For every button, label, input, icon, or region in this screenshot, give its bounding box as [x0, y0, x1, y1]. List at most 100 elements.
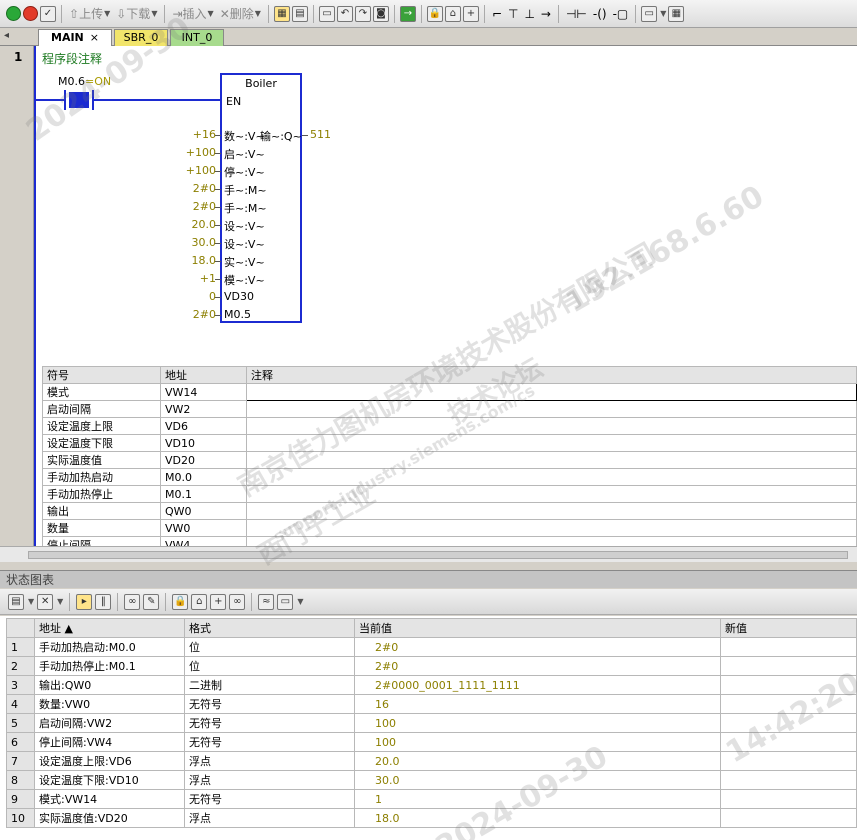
table-row[interactable]: 3 输出:QW0 二进制 2#0000_0001_1111_1111 — [6, 675, 857, 695]
address-cell[interactable]: VD10 — [160, 434, 247, 452]
address-cell[interactable]: 模式:VW14 — [34, 789, 185, 809]
address-cell[interactable]: 数量:VW0 — [34, 694, 185, 714]
format-cell[interactable]: 位 — [184, 656, 355, 676]
add-row-icon[interactable]: ▤ — [8, 593, 24, 610]
force-icon[interactable]: 🔒 — [172, 593, 189, 610]
address-cell[interactable]: 手动加热停止:M0.1 — [34, 656, 185, 676]
unforce-all-icon[interactable]: + — [210, 593, 227, 610]
table-row[interactable]: 模式 VW14 — [42, 383, 857, 401]
new-value-cell[interactable] — [720, 789, 857, 809]
format-cell[interactable]: 无符号 — [184, 713, 355, 733]
chevron-left-icon[interactable]: ◂ — [4, 30, 9, 41]
table-row[interactable]: 7 设定温度上限:VD6 浮点 20.0 — [6, 751, 857, 771]
back-icon[interactable]: ↶ — [336, 5, 353, 22]
column-header-current-value[interactable]: 当前值 — [354, 618, 721, 638]
table-row[interactable]: 数量 VW0 — [42, 519, 857, 537]
status-chart-icon[interactable]: ▤ — [291, 5, 308, 22]
contact-icon[interactable]: ⊣⊢ — [564, 3, 589, 25]
unforce-icon[interactable]: ⌂ — [191, 593, 208, 610]
comment-cell[interactable] — [246, 502, 857, 520]
table-row[interactable]: 10 实际温度值:VD20 浮点 18.0 — [6, 808, 857, 828]
download-button[interactable]: ⇩ 下载 ▼ — [114, 3, 159, 25]
address-cell[interactable]: 设定温度下限:VD10 — [34, 770, 185, 790]
format-cell[interactable]: 无符号 — [184, 694, 355, 714]
new-value-cell[interactable] — [720, 675, 857, 695]
symbol-cell[interactable]: 实际温度值 — [42, 451, 161, 469]
address-cell[interactable]: 设定温度上限:VD6 — [34, 751, 185, 771]
address-cell[interactable]: VD20 — [160, 451, 247, 469]
current-value-cell[interactable]: 16 — [354, 694, 721, 714]
branch-icon[interactable]: ⌐ — [490, 3, 504, 25]
column-header-address[interactable]: 地址 ▲ — [34, 618, 185, 638]
column-header-comment[interactable]: 注释 — [246, 366, 857, 384]
line-down-icon[interactable]: ⊤ — [506, 3, 520, 25]
close-icon[interactable]: × — [90, 31, 99, 44]
read-icon[interactable]: ∞ — [124, 593, 141, 610]
forward-icon[interactable]: ↷ — [354, 5, 371, 22]
comment-cell[interactable] — [246, 519, 857, 537]
read-forced-icon[interactable]: ∞ — [229, 593, 246, 610]
upload-button[interactable]: ⇧ 上传 ▼ — [67, 3, 112, 25]
format-cell[interactable]: 浮点 — [184, 808, 355, 828]
table-row[interactable]: 实际温度值 VD20 — [42, 451, 857, 469]
table-row[interactable]: 4 数量:VW0 无符号 16 — [6, 694, 857, 714]
ladder-editor[interactable]: 1 程序段注释 M0.6=ON Boiler EN +16 数~:V~ +100 启~… — [0, 46, 857, 562]
camera-icon[interactable]: ◙ — [372, 5, 389, 22]
format-cell[interactable]: 位 — [184, 637, 355, 657]
chevron-down-icon[interactable]: ▼ — [660, 9, 666, 18]
new-value-cell[interactable] — [720, 656, 857, 676]
chevron-down-icon[interactable]: ▼ — [28, 597, 34, 606]
table-row[interactable]: 2 手动加热停止:M0.1 位 2#0 — [6, 656, 857, 676]
horizontal-scrollbar[interactable] — [0, 546, 857, 562]
address-cell[interactable]: VW2 — [160, 400, 247, 418]
address-cell[interactable]: 启动间隔:VW2 — [34, 713, 185, 733]
comment-icon[interactable]: ▭ — [641, 5, 658, 22]
comment-cell[interactable] — [246, 485, 857, 503]
address-cell[interactable]: 手动加热启动:M0.0 — [34, 637, 185, 657]
comment-cell[interactable] — [246, 417, 857, 435]
symbol-cell[interactable]: 模式 — [42, 383, 161, 401]
address-cell[interactable]: VD6 — [160, 417, 247, 435]
scrollbar-thumb[interactable] — [28, 551, 848, 559]
symbol-cell[interactable]: 设定温度下限 — [42, 434, 161, 452]
new-value-cell[interactable] — [720, 637, 857, 657]
current-value-cell[interactable]: 100 — [354, 732, 721, 752]
table-row[interactable]: 设定温度下限 VD10 — [42, 434, 857, 452]
tab-sbr-0[interactable]: SBR_0 — [114, 29, 168, 46]
trend-icon[interactable]: ≈ — [258, 593, 275, 610]
table-row[interactable]: 启动间隔 VW2 — [42, 400, 857, 418]
table-row[interactable]: 输出 QW0 — [42, 502, 857, 520]
current-value-cell[interactable]: 2#0 — [354, 637, 721, 657]
table-row[interactable]: 8 设定温度下限:VD10 浮点 30.0 — [6, 770, 857, 790]
column-header-address[interactable]: 地址 — [160, 366, 247, 384]
new-value-cell[interactable] — [720, 694, 857, 714]
table-row[interactable]: 9 模式:VW14 无符号 1 — [6, 789, 857, 809]
format-cell[interactable]: 二进制 — [184, 675, 355, 695]
unlock-icon[interactable]: ⌂ — [444, 5, 461, 22]
address-cell[interactable]: 停止间隔:VW4 — [34, 732, 185, 752]
delete-row-icon[interactable]: ✕ — [37, 593, 54, 610]
address-cell[interactable]: VW14 — [160, 383, 247, 401]
comment-cell[interactable] — [246, 451, 857, 469]
symbol-cell[interactable]: 输出 — [42, 502, 161, 520]
current-value-cell[interactable]: 100 — [354, 713, 721, 733]
symbol-cell[interactable]: 手动加热启动 — [42, 468, 161, 486]
contact-m0-6[interactable] — [64, 90, 94, 110]
format-cell[interactable]: 浮点 — [184, 751, 355, 771]
network-icon[interactable]: ▭ — [318, 5, 335, 22]
current-value-cell[interactable]: 18.0 — [354, 808, 721, 828]
column-header-new-value[interactable]: 新值 — [720, 618, 857, 638]
table-row[interactable]: 手动加热启动 M0.0 — [42, 468, 857, 486]
table-row[interactable]: 6 停止间隔:VW4 无符号 100 — [6, 732, 857, 752]
symbol-cell[interactable]: 启动间隔 — [42, 400, 161, 418]
tab-int-0[interactable]: INT_0 — [170, 29, 224, 46]
column-header-symbol[interactable]: 符号 — [42, 366, 161, 384]
symbol-cell[interactable]: 手动加热停止 — [42, 485, 161, 503]
run-icon[interactable] — [6, 6, 21, 21]
write-icon[interactable]: ✎ — [143, 593, 160, 610]
chart-status-icon[interactable]: ▸ — [76, 593, 93, 610]
address-cell[interactable]: M0.1 — [160, 485, 247, 503]
new-value-cell[interactable] — [720, 732, 857, 752]
new-value-cell[interactable] — [720, 713, 857, 733]
comment-cell[interactable] — [246, 468, 857, 486]
